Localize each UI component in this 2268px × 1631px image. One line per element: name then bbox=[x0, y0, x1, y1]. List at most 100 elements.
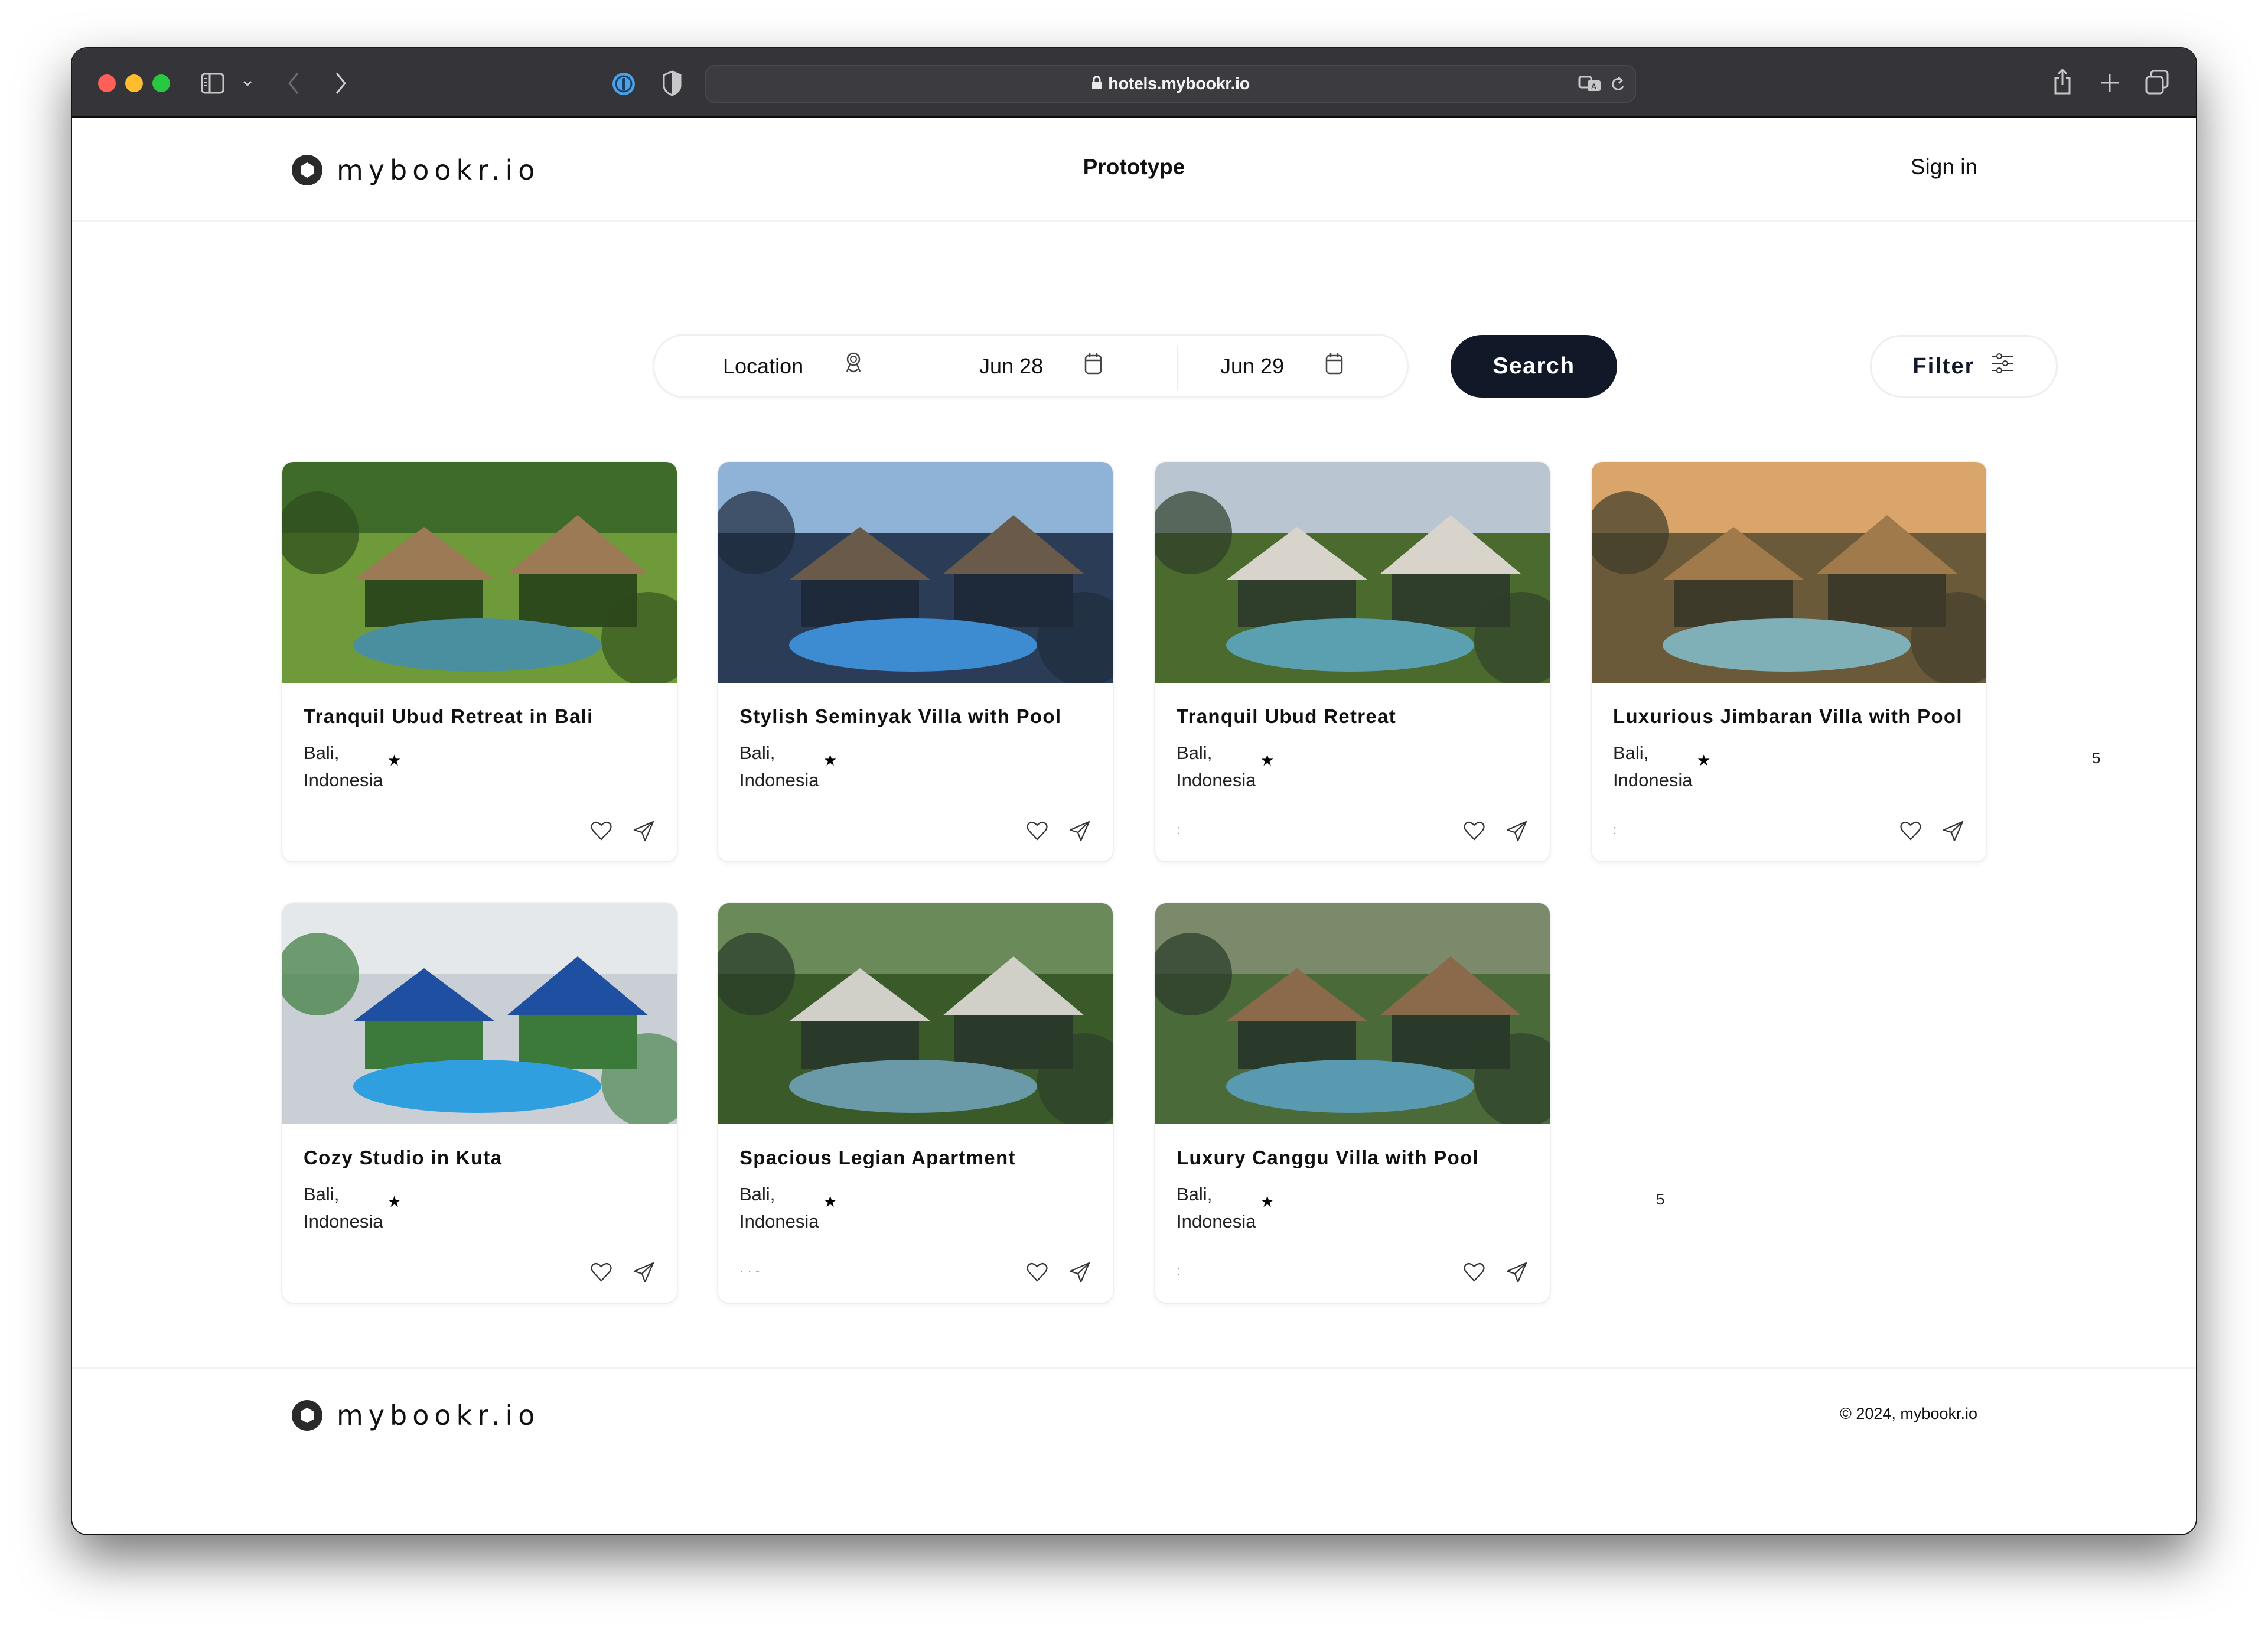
minimize-window-button[interactable] bbox=[125, 74, 143, 92]
check-out-date: Jun 29 bbox=[1220, 353, 1285, 378]
listing-title[interactable]: Tranquil Ubud Retreat bbox=[1177, 705, 1396, 728]
listing-city: Bali, bbox=[1177, 743, 1213, 763]
listing-location: Bali, Indonesia bbox=[739, 740, 819, 794]
new-tab-icon[interactable] bbox=[2098, 71, 2122, 95]
share-send-icon[interactable] bbox=[1068, 1261, 1091, 1284]
favorite-heart-icon[interactable] bbox=[1025, 1261, 1049, 1284]
favorite-heart-icon[interactable] bbox=[589, 819, 613, 843]
logo-icon bbox=[292, 1400, 322, 1431]
footer-logo[interactable]: mybookr.io bbox=[291, 1399, 540, 1432]
forward-icon[interactable] bbox=[332, 70, 350, 97]
listing-card[interactable]: Cozy Studio in Kuta Bali, Indonesia ★ bbox=[282, 903, 677, 1303]
location-pin-icon bbox=[845, 351, 862, 380]
calendar-icon bbox=[1325, 352, 1343, 380]
listing-country: Indonesia bbox=[304, 770, 383, 790]
listing-location: Bali, Indonesia bbox=[1177, 1181, 1256, 1235]
check-in-date: Jun 28 bbox=[979, 353, 1044, 378]
zoom-window-button[interactable] bbox=[152, 74, 170, 92]
browser-toolbar: hotels.mybookr.io A bbox=[72, 48, 2196, 118]
search-button[interactable]: Search bbox=[1451, 335, 1617, 398]
calendar-icon bbox=[1084, 352, 1102, 380]
close-window-button[interactable] bbox=[98, 74, 116, 92]
reload-icon[interactable] bbox=[1610, 74, 1625, 96]
listing-location: Bali, Indonesia bbox=[1613, 740, 1692, 794]
address-bar[interactable]: hotels.mybookr.io A bbox=[705, 65, 1636, 103]
chevron-down-icon[interactable] bbox=[241, 76, 254, 91]
date-divider bbox=[1177, 345, 1178, 390]
sidebar-icon[interactable] bbox=[200, 71, 226, 96]
favorite-heart-icon[interactable] bbox=[1462, 1261, 1486, 1284]
favorite-heart-icon[interactable] bbox=[1462, 819, 1486, 843]
sign-in-link[interactable]: Sign in bbox=[1911, 155, 1977, 180]
check-in-field[interactable]: Jun 28 bbox=[979, 336, 1102, 396]
listing-card[interactable]: Tranquil Ubud Retreat Bali, Indonesia ★ : bbox=[1155, 462, 1550, 861]
rating-star-icon: ★ bbox=[1260, 751, 1275, 769]
listing-photo[interactable] bbox=[718, 462, 1113, 683]
listing-photo[interactable] bbox=[1592, 462, 1986, 683]
listing-card[interactable]: Luxurious Jimbaran Villa with Pool Bali,… bbox=[1592, 462, 1986, 861]
listing-title[interactable]: Stylish Seminyak Villa with Pool bbox=[739, 705, 1061, 728]
rating-star-icon: ★ bbox=[1697, 751, 1711, 769]
share-send-icon[interactable] bbox=[1505, 1261, 1529, 1284]
privacy-shield-icon[interactable] bbox=[660, 70, 684, 97]
listing-title[interactable]: Luxury Canggu Villa with Pool bbox=[1177, 1147, 1479, 1169]
filter-button[interactable]: Filter bbox=[1870, 335, 2058, 398]
listing-location: Bali, Indonesia bbox=[1177, 740, 1256, 794]
share-send-icon[interactable] bbox=[632, 819, 656, 843]
lock-icon bbox=[1091, 75, 1102, 93]
stray-rating-text: 5 bbox=[2092, 749, 2101, 767]
rating-star-icon: ★ bbox=[387, 1193, 402, 1210]
listing-card[interactable]: Spacious Legian Apartment Bali, Indonesia… bbox=[718, 903, 1113, 1303]
listing-title[interactable]: Tranquil Ubud Retreat in Bali bbox=[304, 705, 594, 728]
share-send-icon[interactable] bbox=[1068, 819, 1091, 843]
listing-title[interactable]: Luxurious Jimbaran Villa with Pool bbox=[1613, 705, 1963, 728]
rating-star-icon: ★ bbox=[823, 751, 838, 769]
listing-photo[interactable] bbox=[718, 903, 1113, 1124]
listing-card[interactable]: Luxury Canggu Villa with Pool Bali, Indon… bbox=[1155, 903, 1550, 1303]
listing-country: Indonesia bbox=[739, 770, 819, 790]
listing-photo[interactable] bbox=[282, 462, 677, 683]
listing-title[interactable]: Cozy Studio in Kuta bbox=[304, 1147, 502, 1169]
listing-footer-mark: · · - bbox=[739, 1264, 760, 1278]
browser-window: hotels.mybookr.io A mybookr.io Prototype… bbox=[72, 48, 2196, 1534]
page: mybookr.io Prototype Sign in Location Ju… bbox=[72, 118, 2196, 1534]
favorite-heart-icon[interactable] bbox=[1025, 819, 1049, 843]
share-send-icon[interactable] bbox=[1941, 819, 1965, 843]
location-placeholder: Location bbox=[723, 353, 804, 378]
listing-location: Bali, Indonesia bbox=[304, 740, 383, 794]
listing-photo[interactable] bbox=[1155, 462, 1550, 683]
favorite-heart-icon[interactable] bbox=[1899, 819, 1922, 843]
listing-card[interactable]: Tranquil Ubud Retreat in Bali Bali, Indon… bbox=[282, 462, 677, 861]
check-out-field[interactable]: Jun 29 bbox=[1220, 336, 1343, 396]
favorite-heart-icon[interactable] bbox=[589, 1261, 613, 1284]
rating-star-icon: ★ bbox=[823, 1193, 838, 1210]
stray-rating-text: 5 bbox=[1656, 1190, 1665, 1208]
share-send-icon[interactable] bbox=[632, 1261, 656, 1284]
listing-card[interactable]: Stylish Seminyak Villa with Pool Bali, In… bbox=[718, 462, 1113, 861]
listing-country: Indonesia bbox=[304, 1211, 383, 1232]
site-header: mybookr.io Prototype Sign in bbox=[72, 118, 2196, 222]
logo-text: mybookr.io bbox=[337, 1399, 540, 1431]
share-send-icon[interactable] bbox=[1505, 819, 1529, 843]
listing-country: Indonesia bbox=[1177, 1211, 1256, 1232]
password-manager-icon[interactable] bbox=[611, 71, 637, 97]
listing-photo[interactable] bbox=[282, 903, 677, 1124]
footer-divider bbox=[72, 1367, 2196, 1369]
listing-city: Bali, bbox=[739, 743, 775, 763]
listing-photo[interactable] bbox=[1155, 903, 1550, 1124]
listing-title[interactable]: Spacious Legian Apartment bbox=[739, 1147, 1016, 1169]
listing-country: Indonesia bbox=[1613, 770, 1693, 790]
rating-star-icon: ★ bbox=[387, 751, 402, 769]
location-field[interactable]: Location bbox=[723, 336, 862, 396]
tabs-overview-icon[interactable] bbox=[2144, 69, 2170, 96]
sliders-icon bbox=[1991, 353, 2015, 380]
prototype-label: Prototype bbox=[1083, 155, 1185, 179]
listing-country: Indonesia bbox=[739, 1211, 819, 1232]
search-bar: Location Jun 28 Jun 29 bbox=[653, 334, 1409, 398]
share-icon[interactable] bbox=[2051, 66, 2074, 97]
listing-city: Bali, bbox=[304, 743, 340, 763]
translate-icon[interactable]: A bbox=[1578, 74, 1602, 96]
listing-city: Bali, bbox=[739, 1184, 775, 1204]
url-text: hotels.mybookr.io bbox=[1108, 74, 1250, 93]
back-icon[interactable] bbox=[285, 70, 302, 97]
